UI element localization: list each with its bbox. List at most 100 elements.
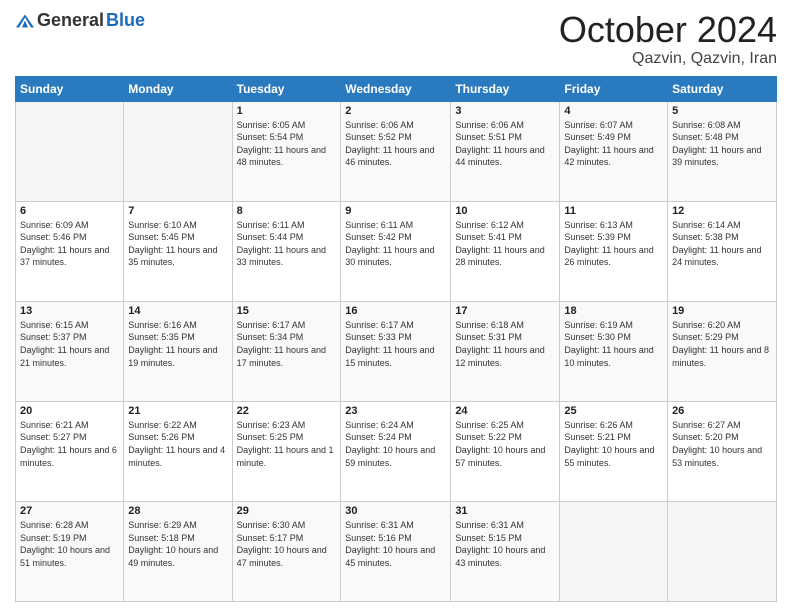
day-number: 12	[672, 205, 772, 217]
day-number: 5	[672, 105, 772, 117]
day-number: 11	[564, 205, 663, 217]
day-number: 4	[564, 105, 663, 117]
day-info: Sunrise: 6:25 AMSunset: 5:22 PMDaylight:…	[455, 419, 555, 469]
day-info: Sunrise: 6:16 AMSunset: 5:35 PMDaylight:…	[128, 319, 227, 369]
calendar-cell: 16Sunrise: 6:17 AMSunset: 5:33 PMDayligh…	[341, 301, 451, 401]
day-info: Sunrise: 6:13 AMSunset: 5:39 PMDaylight:…	[564, 219, 663, 269]
day-number: 14	[128, 305, 227, 317]
day-number: 24	[455, 405, 555, 417]
weekday-header-sunday: Sunday	[16, 76, 124, 101]
day-info: Sunrise: 6:21 AMSunset: 5:27 PMDaylight:…	[20, 419, 119, 469]
day-info: Sunrise: 6:27 AMSunset: 5:20 PMDaylight:…	[672, 419, 772, 469]
day-number: 18	[564, 305, 663, 317]
calendar-cell: 25 Sunrise: 6:26 AMSunset: 5:21 PMDayligh…	[560, 401, 668, 501]
calendar-cell: 28Sunrise: 6:29 AMSunset: 5:18 PMDayligh…	[124, 501, 232, 601]
calendar-cell: 17Sunrise: 6:18 AMSunset: 5:31 PMDayligh…	[451, 301, 560, 401]
day-info: Sunrise: 6:24 AMSunset: 5:24 PMDaylight:…	[345, 419, 446, 469]
week-row-5: 27 Sunrise: 6:28 AMSunset: 5:19 PMDayligh…	[16, 501, 777, 601]
week-row-2: 6 Sunrise: 6:09 AMSunset: 5:46 PMDaylight…	[16, 201, 777, 301]
calendar-cell	[560, 501, 668, 601]
day-info: Sunrise: 6:15 AMSunset: 5:37 PMDaylight:…	[20, 319, 119, 369]
day-number: 25	[564, 405, 663, 417]
calendar-cell: 27 Sunrise: 6:28 AMSunset: 5:19 PMDayligh…	[16, 501, 124, 601]
weekday-header-row: SundayMondayTuesdayWednesdayThursdayFrid…	[16, 76, 777, 101]
calendar-cell: 2 Sunrise: 6:06 AMSunset: 5:52 PMDaylight…	[341, 101, 451, 201]
weekday-header-thursday: Thursday	[451, 76, 560, 101]
day-info: Sunrise: 6:28 AMSunset: 5:19 PMDaylight:…	[20, 519, 119, 569]
calendar-cell: 3 Sunrise: 6:06 AMSunset: 5:51 PMDaylight…	[451, 101, 560, 201]
calendar-cell: 8 Sunrise: 6:11 AMSunset: 5:44 PMDaylight…	[232, 201, 341, 301]
logo-blue-text: Blue	[106, 10, 145, 31]
day-number: 19	[672, 305, 772, 317]
location-title: Qazvin, Qazvin, Iran	[559, 50, 777, 68]
day-number: 10	[455, 205, 555, 217]
calendar-cell: 1Sunrise: 6:05 AMSunset: 5:54 PMDaylight…	[232, 101, 341, 201]
day-number: 22	[237, 405, 337, 417]
week-row-1: 1Sunrise: 6:05 AMSunset: 5:54 PMDaylight…	[16, 101, 777, 201]
calendar-cell: 10 Sunrise: 6:12 AMSunset: 5:41 PMDayligh…	[451, 201, 560, 301]
day-info: Sunrise: 6:09 AMSunset: 5:46 PMDaylight:…	[20, 219, 119, 269]
calendar-table: SundayMondayTuesdayWednesdayThursdayFrid…	[15, 76, 777, 602]
logo-area: General Blue	[15, 10, 145, 31]
day-info: Sunrise: 6:18 AMSunset: 5:31 PMDaylight:…	[455, 319, 555, 369]
day-number: 6	[20, 205, 119, 217]
day-number: 15	[237, 305, 337, 317]
day-number: 30	[345, 505, 446, 517]
calendar-cell	[668, 501, 777, 601]
day-info: Sunrise: 6:20 AMSunset: 5:29 PMDaylight:…	[672, 319, 772, 369]
day-number: 9	[345, 205, 446, 217]
day-info: Sunrise: 6:11 AMSunset: 5:44 PMDaylight:…	[237, 219, 337, 269]
day-info: Sunrise: 6:31 AMSunset: 5:16 PMDaylight:…	[345, 519, 446, 569]
day-number: 3	[455, 105, 555, 117]
day-info: Sunrise: 6:05 AMSunset: 5:54 PMDaylight:…	[237, 119, 337, 169]
calendar-cell: 7 Sunrise: 6:10 AMSunset: 5:45 PMDaylight…	[124, 201, 232, 301]
weekday-header-saturday: Saturday	[668, 76, 777, 101]
calendar-cell: 29Sunrise: 6:30 AMSunset: 5:17 PMDayligh…	[232, 501, 341, 601]
calendar-cell: 20Sunrise: 6:21 AMSunset: 5:27 PMDayligh…	[16, 401, 124, 501]
weekday-header-monday: Monday	[124, 76, 232, 101]
weekday-header-wednesday: Wednesday	[341, 76, 451, 101]
calendar-cell: 13 Sunrise: 6:15 AMSunset: 5:37 PMDayligh…	[16, 301, 124, 401]
calendar-cell: 6 Sunrise: 6:09 AMSunset: 5:46 PMDaylight…	[16, 201, 124, 301]
week-row-3: 13 Sunrise: 6:15 AMSunset: 5:37 PMDayligh…	[16, 301, 777, 401]
calendar-cell: 14 Sunrise: 6:16 AMSunset: 5:35 PMDayligh…	[124, 301, 232, 401]
day-info: Sunrise: 6:11 AMSunset: 5:42 PMDaylight:…	[345, 219, 446, 269]
day-info: Sunrise: 6:07 AMSunset: 5:49 PMDaylight:…	[564, 119, 663, 169]
day-info: Sunrise: 6:12 AMSunset: 5:41 PMDaylight:…	[455, 219, 555, 269]
calendar-cell: 5 Sunrise: 6:08 AMSunset: 5:48 PMDaylight…	[668, 101, 777, 201]
calendar-cell: 11 Sunrise: 6:13 AMSunset: 5:39 PMDayligh…	[560, 201, 668, 301]
logo-general-text: General	[37, 10, 104, 31]
day-info: Sunrise: 6:06 AMSunset: 5:52 PMDaylight:…	[345, 119, 446, 169]
day-info: Sunrise: 6:14 AMSunset: 5:38 PMDaylight:…	[672, 219, 772, 269]
calendar-cell: 31Sunrise: 6:31 AMSunset: 5:15 PMDayligh…	[451, 501, 560, 601]
day-info: Sunrise: 6:23 AMSunset: 5:25 PMDaylight:…	[237, 419, 337, 469]
calendar-cell: 30 Sunrise: 6:31 AMSunset: 5:16 PMDayligh…	[341, 501, 451, 601]
day-number: 8	[237, 205, 337, 217]
day-number: 26	[672, 405, 772, 417]
day-info: Sunrise: 6:08 AMSunset: 5:48 PMDaylight:…	[672, 119, 772, 169]
day-info: Sunrise: 6:26 AMSunset: 5:21 PMDaylight:…	[564, 419, 663, 469]
day-info: Sunrise: 6:29 AMSunset: 5:18 PMDaylight:…	[128, 519, 227, 569]
calendar-cell: 19 Sunrise: 6:20 AMSunset: 5:29 PMDayligh…	[668, 301, 777, 401]
day-info: Sunrise: 6:22 AMSunset: 5:26 PMDaylight:…	[128, 419, 227, 469]
calendar-cell: 12 Sunrise: 6:14 AMSunset: 5:38 PMDayligh…	[668, 201, 777, 301]
title-area: October 2024 Qazvin, Qazvin, Iran	[559, 10, 777, 68]
day-info: Sunrise: 6:10 AMSunset: 5:45 PMDaylight:…	[128, 219, 227, 269]
calendar-cell	[124, 101, 232, 201]
day-number: 27	[20, 505, 119, 517]
calendar-cell: 18Sunrise: 6:19 AMSunset: 5:30 PMDayligh…	[560, 301, 668, 401]
calendar-cell: 23Sunrise: 6:24 AMSunset: 5:24 PMDayligh…	[341, 401, 451, 501]
day-info: Sunrise: 6:06 AMSunset: 5:51 PMDaylight:…	[455, 119, 555, 169]
logo-icon	[15, 11, 35, 31]
day-number: 13	[20, 305, 119, 317]
calendar-cell: 4 Sunrise: 6:07 AMSunset: 5:49 PMDaylight…	[560, 101, 668, 201]
calendar-cell: 21Sunrise: 6:22 AMSunset: 5:26 PMDayligh…	[124, 401, 232, 501]
day-info: Sunrise: 6:30 AMSunset: 5:17 PMDaylight:…	[237, 519, 337, 569]
day-number: 2	[345, 105, 446, 117]
day-number: 7	[128, 205, 227, 217]
weekday-header-tuesday: Tuesday	[232, 76, 341, 101]
day-info: Sunrise: 6:31 AMSunset: 5:15 PMDaylight:…	[455, 519, 555, 569]
calendar-cell: 24 Sunrise: 6:25 AMSunset: 5:22 PMDayligh…	[451, 401, 560, 501]
day-info: Sunrise: 6:17 AMSunset: 5:34 PMDaylight:…	[237, 319, 337, 369]
calendar-cell: 26 Sunrise: 6:27 AMSunset: 5:20 PMDayligh…	[668, 401, 777, 501]
